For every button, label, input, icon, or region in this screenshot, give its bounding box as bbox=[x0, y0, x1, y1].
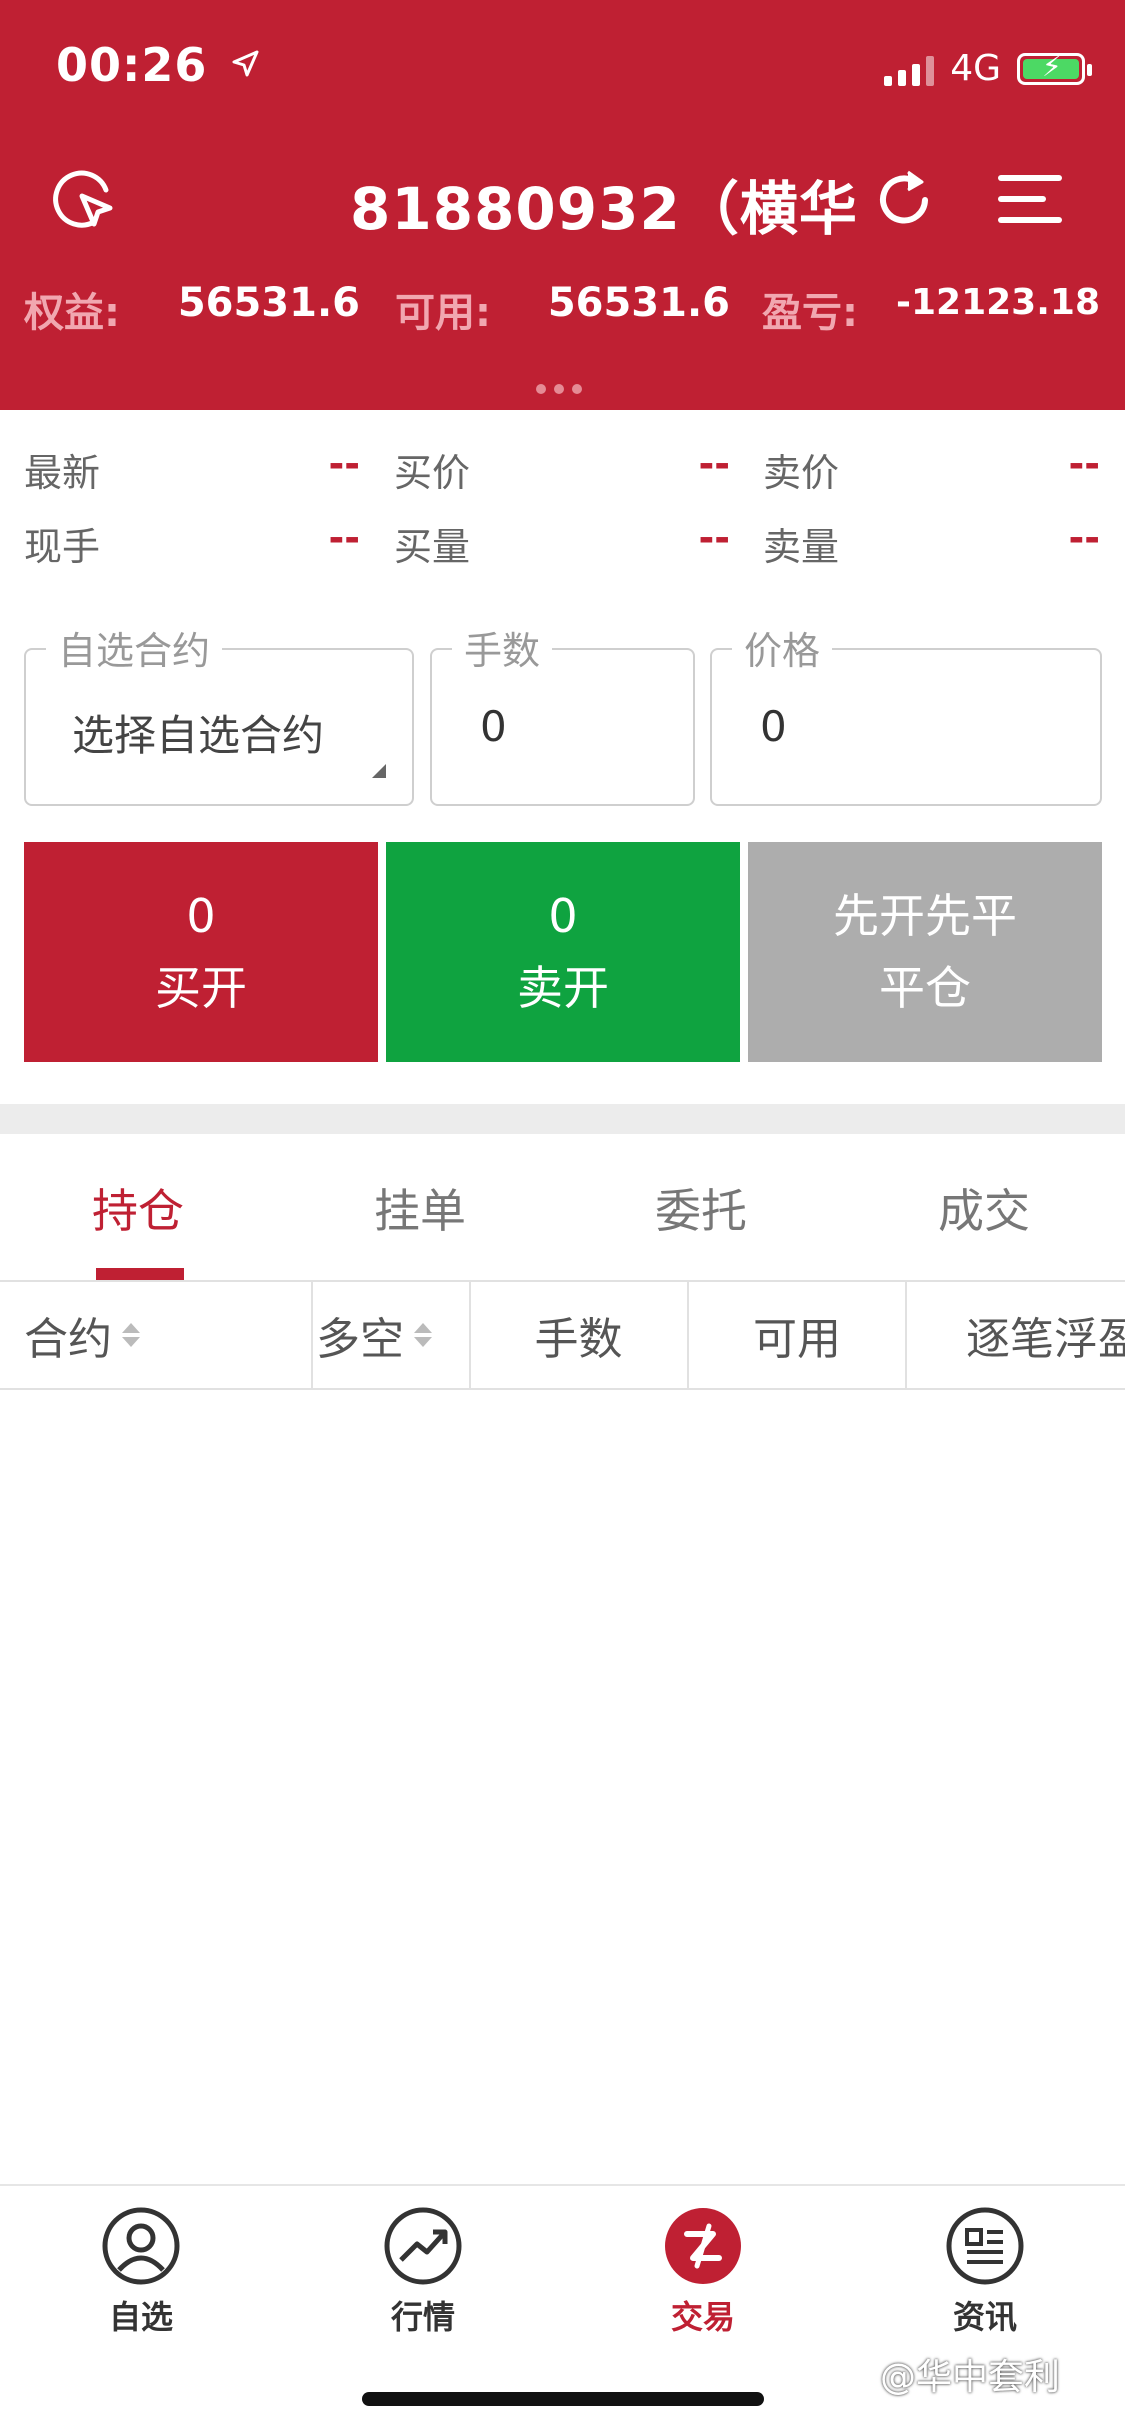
title-row: 81880932（横华 bbox=[0, 150, 1125, 250]
user-icon bbox=[101, 2206, 181, 2286]
quote-label: 最新 bbox=[24, 451, 101, 495]
equity-value: 56531.6 bbox=[177, 280, 360, 326]
sell-open-price: 0 bbox=[548, 889, 578, 943]
pnl-label: 盈亏: bbox=[762, 290, 858, 336]
col-quantity[interactable]: 手数 bbox=[471, 1282, 686, 1388]
quote-value: -- bbox=[698, 516, 730, 560]
tab-orders[interactable]: 委托 bbox=[655, 1175, 747, 1241]
battery-icon: ⚡ bbox=[1017, 50, 1092, 85]
location-arrow-icon bbox=[232, 50, 259, 77]
nav-trade[interactable]: 交易 bbox=[623, 2206, 783, 2338]
column-divider bbox=[311, 1282, 313, 1388]
pnl-value: -12123.18 bbox=[896, 282, 1100, 323]
section-divider bbox=[0, 1104, 1125, 1134]
dropdown-arrow-icon bbox=[372, 764, 386, 778]
close-position-button[interactable]: 先开先平 平仓 bbox=[748, 842, 1102, 1062]
contract-legend: 自选合约 bbox=[46, 620, 223, 675]
close-label: 平仓 bbox=[879, 961, 971, 1015]
quote-value: -- bbox=[1068, 516, 1100, 560]
trade-icon bbox=[663, 2206, 743, 2286]
home-indicator[interactable] bbox=[362, 2392, 764, 2406]
col-float-pnl-label: 逐笔浮盈 bbox=[966, 1314, 1125, 1365]
buy-open-price: 0 bbox=[186, 889, 216, 943]
quote-value: -- bbox=[698, 442, 730, 486]
watermark-text: @华中套利 bbox=[880, 2357, 1061, 2398]
quote-value: -- bbox=[328, 516, 360, 560]
cursor-target-icon[interactable] bbox=[40, 154, 130, 244]
quote-label: 卖量 bbox=[763, 525, 840, 569]
nav-trade-label: 交易 bbox=[670, 2298, 735, 2336]
sort-icon bbox=[122, 1323, 140, 1347]
equity-label: 权益: bbox=[24, 290, 120, 336]
buy-open-button[interactable]: 0 买开 bbox=[24, 842, 378, 1062]
sort-icon bbox=[414, 1323, 432, 1347]
signal-icon bbox=[884, 52, 935, 86]
active-tab-indicator bbox=[96, 1268, 184, 1280]
contract-select[interactable]: 自选合约 选择自选合约 bbox=[24, 620, 414, 806]
trading-screen: 00:26 4G ⚡ 81880932（横华 权益: 56531.6 可用: 5… bbox=[0, 0, 1125, 2436]
quote-label: 现手 bbox=[24, 525, 101, 569]
table-header: 合约 多空 手数 可用 逐笔浮盈 bbox=[0, 1282, 1125, 1390]
buy-open-label: 买开 bbox=[155, 961, 247, 1015]
quantity-field[interactable]: 手数 0 bbox=[430, 620, 695, 806]
quote-label: 买量 bbox=[394, 525, 471, 569]
quote-label: 卖价 bbox=[763, 451, 840, 495]
page-dots[interactable] bbox=[536, 384, 582, 394]
nav-market-label: 行情 bbox=[390, 2298, 455, 2336]
quantity-legend: 手数 bbox=[452, 620, 553, 675]
price-legend: 价格 bbox=[732, 620, 833, 675]
header-bar: 00:26 4G ⚡ 81880932（横华 权益: 56531.6 可用: 5… bbox=[0, 0, 1125, 410]
nav-watchlist-label: 自选 bbox=[108, 2298, 173, 2336]
trend-icon bbox=[383, 2206, 463, 2286]
nav-news-label: 资讯 bbox=[952, 2298, 1017, 2336]
nav-watchlist[interactable]: 自选 bbox=[61, 2206, 221, 2338]
contract-value: 选择自选合约 bbox=[72, 711, 325, 760]
status-indicators: 4G ⚡ bbox=[884, 48, 1092, 89]
price-field[interactable]: 价格 0 bbox=[710, 620, 1102, 806]
status-time: 00:26 bbox=[56, 38, 260, 92]
clock-text: 00:26 bbox=[56, 38, 208, 92]
quantity-value: 0 bbox=[480, 702, 507, 751]
sell-open-button[interactable]: 0 卖开 bbox=[386, 842, 740, 1062]
sell-open-label: 卖开 bbox=[517, 961, 609, 1015]
tab-pending[interactable]: 挂单 bbox=[374, 1175, 466, 1241]
col-direction[interactable]: 多空 bbox=[316, 1282, 466, 1388]
tab-trades[interactable]: 成交 bbox=[938, 1175, 1030, 1241]
col-contract-label: 合约 bbox=[24, 1314, 112, 1365]
network-type: 4G bbox=[950, 48, 1001, 89]
account-summary: 权益: 56531.6 可用: 56531.6 盈亏: -12123.18 bbox=[0, 280, 1125, 340]
col-available[interactable]: 可用 bbox=[689, 1282, 905, 1388]
col-direction-label: 多空 bbox=[316, 1314, 404, 1365]
nav-news[interactable]: 资讯 bbox=[905, 2206, 1065, 2338]
available-value: 56531.6 bbox=[547, 280, 730, 326]
available-label: 可用: bbox=[395, 290, 491, 336]
account-title: 81880932（横华 bbox=[350, 175, 858, 243]
col-float-pnl[interactable]: 逐笔浮盈 bbox=[966, 1282, 1125, 1388]
quote-value: -- bbox=[328, 442, 360, 486]
news-icon bbox=[945, 2206, 1025, 2286]
quote-value: -- bbox=[1068, 442, 1100, 486]
menu-icon[interactable] bbox=[985, 154, 1075, 244]
column-divider bbox=[905, 1282, 907, 1388]
quote-label: 买价 bbox=[394, 451, 471, 495]
nav-market[interactable]: 行情 bbox=[343, 2206, 503, 2338]
close-mode-label: 先开先平 bbox=[833, 889, 1017, 943]
col-available-label: 可用 bbox=[753, 1314, 841, 1365]
refresh-icon[interactable] bbox=[860, 154, 950, 244]
col-quantity-label: 手数 bbox=[534, 1314, 623, 1365]
price-value: 0 bbox=[760, 702, 787, 751]
tab-positions[interactable]: 持仓 bbox=[92, 1175, 184, 1241]
col-contract[interactable]: 合约 bbox=[24, 1282, 310, 1388]
